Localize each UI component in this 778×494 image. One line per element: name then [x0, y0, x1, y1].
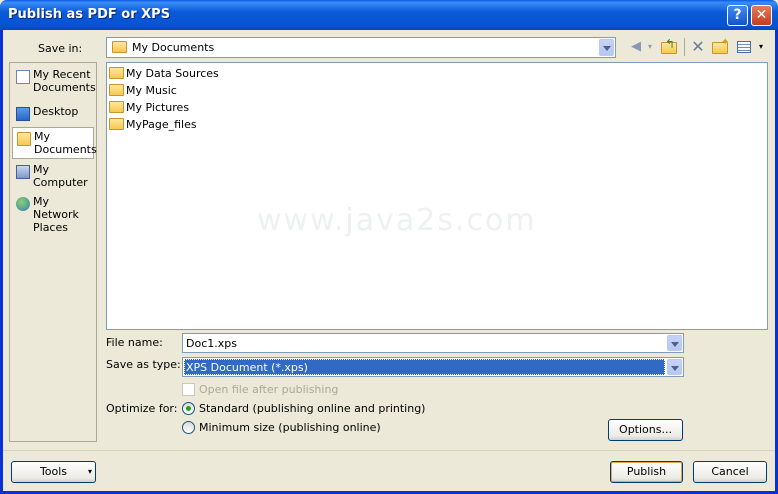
folder-icon	[109, 118, 124, 130]
close-button[interactable]: ✕	[751, 5, 772, 26]
my-documents-icon	[112, 41, 127, 53]
save-in-dropdown[interactable]: My Documents	[106, 37, 616, 58]
place-label: My Recent Documents	[33, 68, 96, 94]
standard-radio[interactable]	[182, 402, 195, 415]
place-my-computer[interactable]: My Computer	[12, 161, 94, 193]
optimize-label: Optimize for:	[106, 402, 178, 415]
place-network-places[interactable]: My Network Places	[12, 193, 94, 234]
chevron-down-icon[interactable]	[667, 359, 682, 375]
views-dropdown-icon[interactable]: ▾	[756, 38, 766, 56]
minimum-size-label[interactable]: Minimum size (publishing online)	[199, 421, 381, 434]
file-name-value: Doc1.xps	[186, 337, 237, 350]
tools-label: Tools	[39, 465, 68, 478]
my-documents-icon	[17, 132, 31, 146]
chevron-down-icon: ▾	[87, 467, 92, 476]
file-name: My Music	[126, 84, 177, 97]
file-list[interactable]: www.java2s.com My Data Sources My Music …	[106, 62, 768, 330]
new-folder-icon[interactable]: ✦	[711, 37, 729, 56]
chevron-down-icon[interactable]	[667, 335, 682, 351]
place-recent-documents[interactable]: My Recent Documents	[12, 66, 96, 98]
tools-button[interactable]: Tools ▾	[11, 461, 96, 483]
pictures-folder-icon	[109, 101, 124, 113]
publish-button[interactable]: Publish	[610, 461, 683, 483]
close-icon: ✕	[755, 7, 768, 23]
data-sources-folder-icon	[109, 67, 124, 79]
title-bar[interactable]: Publish as PDF or XPS ? ✕	[0, 0, 778, 30]
watermark: www.java2s.com	[257, 203, 537, 238]
place-label: Desktop	[33, 105, 79, 118]
cancel-button[interactable]: Cancel	[693, 461, 767, 483]
place-label: My Documents	[34, 130, 97, 156]
save-as-type-dropdown[interactable]: XPS Document (*.xps)	[182, 357, 684, 377]
file-name: My Pictures	[126, 101, 190, 114]
my-computer-icon	[16, 165, 30, 179]
desktop-icon	[16, 107, 30, 121]
file-name-field[interactable]: Doc1.xps	[182, 333, 684, 353]
up-one-level-icon[interactable]: ↰	[660, 37, 678, 56]
place-my-documents[interactable]: My Documents	[12, 127, 97, 159]
open-after-label: Open file after publishing	[199, 383, 339, 396]
options-button[interactable]: Options...	[608, 419, 683, 441]
place-label: My Network Places	[33, 195, 79, 234]
chevron-down-icon[interactable]	[599, 39, 614, 56]
window-title: Publish as PDF or XPS	[8, 7, 171, 22]
back-icon[interactable]: ◀	[627, 38, 645, 56]
recent-documents-icon	[16, 70, 30, 84]
file-name: My Data Sources	[126, 67, 219, 80]
delete-icon[interactable]: ✕	[689, 38, 707, 56]
open-after-checkbox[interactable]	[182, 383, 195, 396]
place-label: My Computer	[33, 163, 88, 189]
file-name: MyPage_files	[126, 118, 197, 131]
help-icon: ?	[733, 7, 742, 23]
standard-label[interactable]: Standard (publishing online and printing…	[199, 402, 425, 415]
save-as-type-value: XPS Document (*.xps)	[186, 361, 308, 374]
save-in-value: My Documents	[132, 41, 215, 54]
toolbar-separator	[684, 38, 685, 56]
save-as-type-label: Save as type:	[106, 358, 181, 371]
places-bar: My Recent Documents Desktop My Documents…	[9, 62, 97, 442]
network-places-icon	[16, 197, 30, 211]
file-name-label: File name:	[106, 336, 163, 349]
views-icon[interactable]	[736, 38, 754, 56]
divider	[3, 450, 775, 451]
back-dropdown-icon[interactable]: ▾	[645, 38, 655, 56]
minimum-size-radio[interactable]	[182, 421, 195, 434]
save-in-label: Save in:	[38, 42, 83, 55]
music-folder-icon	[109, 84, 124, 96]
help-button[interactable]: ?	[727, 5, 748, 26]
